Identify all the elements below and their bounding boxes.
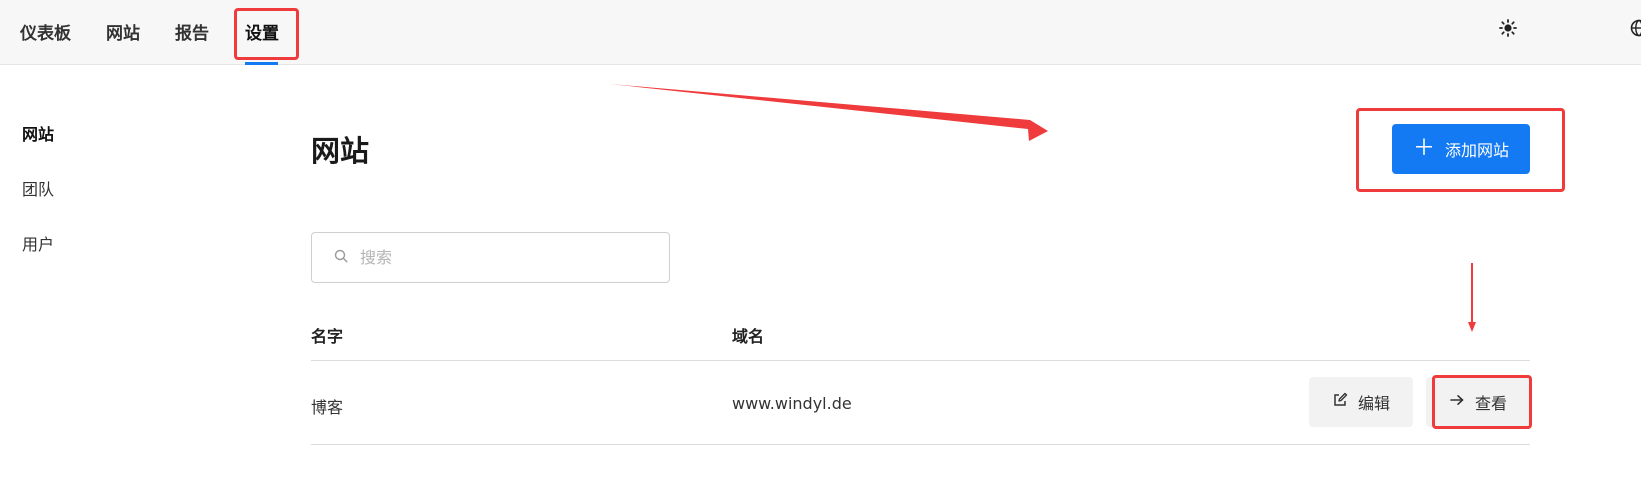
add-website-button[interactable]: ＋ 添加网站 xyxy=(1392,124,1530,174)
search-field[interactable] xyxy=(311,232,670,283)
nav-dashboard[interactable]: 仪表板 xyxy=(20,19,71,44)
row-domain-cell: www.windyl.de xyxy=(732,394,852,413)
plus-icon: ＋ xyxy=(1412,136,1435,161)
annotation-arrow-down-head xyxy=(1468,322,1476,332)
add-website-label: 添加网站 xyxy=(1445,141,1510,160)
nav-settings[interactable]: 设置 xyxy=(245,19,279,44)
table-row-divider xyxy=(311,444,1530,445)
nav-websites[interactable]: 网站 xyxy=(106,19,140,44)
view-button[interactable]: 查看 xyxy=(1426,377,1530,427)
search-input[interactable] xyxy=(358,247,638,268)
column-header-name: 名字 xyxy=(311,327,344,346)
sidebar-item-websites[interactable]: 网站 xyxy=(22,121,54,145)
search-icon xyxy=(334,248,348,267)
active-nav-indicator xyxy=(245,62,278,65)
page-title: 网站 xyxy=(311,134,370,168)
edit-label: 编辑 xyxy=(1357,394,1390,413)
sidebar-item-teams[interactable]: 团队 xyxy=(22,176,54,200)
annotation-arrows xyxy=(610,84,1476,332)
row-name-cell: 博客 xyxy=(311,398,344,417)
table-header-divider xyxy=(311,360,1530,361)
column-header-domain: 域名 xyxy=(732,327,765,346)
edit-icon xyxy=(1332,392,1348,412)
view-label: 查看 xyxy=(1474,394,1507,413)
arrow-right-icon xyxy=(1449,392,1465,412)
nav-reports[interactable]: 报告 xyxy=(175,19,209,44)
top-navbar: 仪表板 网站 报告 设置 xyxy=(0,0,1641,65)
globe-icon[interactable] xyxy=(1630,19,1641,42)
annotation-arrow-right xyxy=(610,84,1048,141)
edit-button[interactable]: 编辑 xyxy=(1309,377,1413,427)
sun-icon[interactable] xyxy=(1499,19,1517,42)
sidebar-item-users[interactable]: 用户 xyxy=(22,231,54,255)
